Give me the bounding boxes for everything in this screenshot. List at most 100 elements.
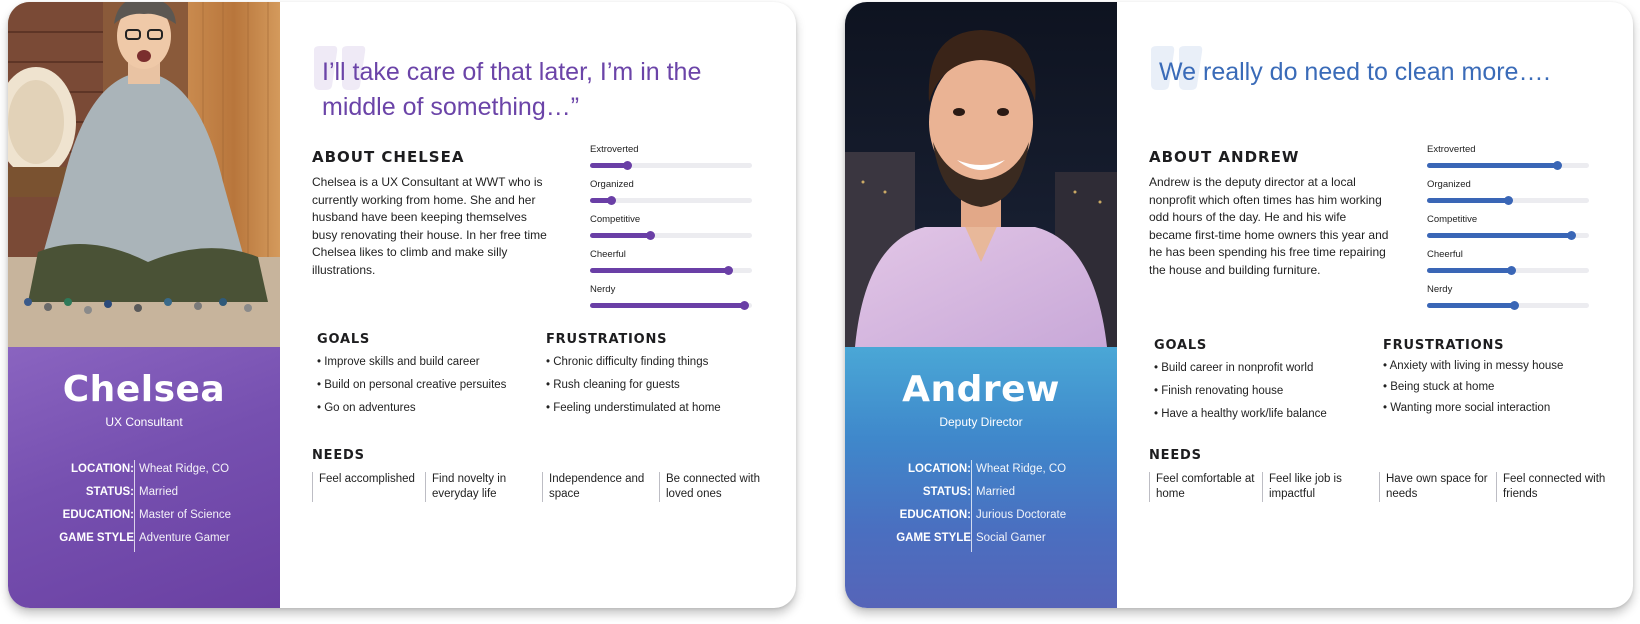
fact-label: STATUS: bbox=[85, 486, 134, 498]
fact-value: Married bbox=[976, 486, 1015, 498]
persona-quote: I’ll take care of that later, I’m in the… bbox=[322, 58, 702, 121]
trait-nerdy: Nerdy bbox=[590, 284, 752, 319]
persona-name: Andrew bbox=[902, 369, 1060, 410]
needs-list: Feel accomplished Find novelty in everyd… bbox=[312, 472, 772, 502]
frustration-item: • Rush cleaning for guests bbox=[546, 379, 680, 391]
persona-name: Chelsea bbox=[62, 369, 226, 410]
fact-value: Master of Science bbox=[139, 509, 232, 521]
trait-handle bbox=[739, 301, 749, 310]
frustration-item: • Feeling understimulated at home bbox=[546, 402, 721, 414]
goal-item: • Build career in nonprofit world bbox=[1154, 362, 1314, 374]
trait-label: Extroverted bbox=[590, 144, 639, 155]
trait-handle bbox=[607, 196, 617, 205]
needs-title: NEEDS bbox=[1149, 448, 1202, 463]
trait-sliders: Extroverted Organized Competitive Cheerf… bbox=[590, 144, 752, 319]
needs-list: Feel comfortable at home Feel like job i… bbox=[1149, 472, 1609, 502]
trait-competitive: Competitive bbox=[1427, 214, 1589, 249]
persona-photo bbox=[8, 2, 280, 347]
needs-title: NEEDS bbox=[312, 448, 365, 463]
need-item: Feel accomplished bbox=[312, 472, 422, 502]
trait-nerdy: Nerdy bbox=[1427, 284, 1589, 319]
goals-list: • Improve skills and build career • Buil… bbox=[317, 356, 537, 425]
trait-fill bbox=[590, 268, 728, 273]
trait-label: Organized bbox=[590, 179, 634, 190]
about-title: ABOUT CHELSEA bbox=[312, 148, 465, 166]
trait-sliders: Extroverted Organized Competitive Cheerf… bbox=[1427, 144, 1589, 319]
goal-item: • Have a healthy work/life balance bbox=[1154, 408, 1327, 420]
goal-item: • Improve skills and build career bbox=[317, 356, 480, 368]
fact-label: EDUCATION: bbox=[899, 509, 971, 521]
persona-photo bbox=[845, 2, 1117, 347]
persona-profile-column: Chelsea UX Consultant LOCATION: Wheat Ri… bbox=[8, 2, 280, 608]
fact-game-style: GAME STYLE Adventure Gamer bbox=[8, 529, 280, 552]
trait-track bbox=[1427, 196, 1589, 205]
frustration-item: • Anxiety with living in messy house bbox=[1383, 360, 1564, 372]
persona-facts: LOCATION: Wheat Ridge, CO STATUS: Marrie… bbox=[8, 460, 280, 552]
trait-label: Nerdy bbox=[590, 284, 616, 295]
frustrations-title: FRUSTRATIONS bbox=[546, 332, 668, 347]
trait-label: Extroverted bbox=[1427, 144, 1476, 155]
trait-organized: Organized bbox=[1427, 179, 1589, 214]
fact-education: EDUCATION: Master of Science bbox=[8, 506, 280, 529]
trait-track bbox=[590, 161, 752, 170]
persona-identity-panel: Chelsea UX Consultant LOCATION: Wheat Ri… bbox=[8, 347, 280, 608]
fact-status: STATUS: Married bbox=[845, 483, 1117, 506]
persona-role: UX Consultant bbox=[105, 415, 183, 429]
trait-label: Competitive bbox=[590, 214, 641, 225]
goals-title: GOALS bbox=[1154, 338, 1208, 353]
fact-label: LOCATION: bbox=[70, 463, 134, 475]
frustration-item: • Wanting more social interaction bbox=[1383, 402, 1551, 414]
fact-value: Married bbox=[139, 486, 178, 498]
frustration-item: • Being stuck at home bbox=[1383, 381, 1495, 393]
fact-value: Jurious Doctorate bbox=[976, 509, 1067, 521]
fact-location: LOCATION: Wheat Ridge, CO bbox=[8, 460, 280, 483]
trait-fill bbox=[590, 163, 628, 168]
frustration-item: • Chronic difficulty finding things bbox=[546, 356, 709, 368]
persona-role: Deputy Director bbox=[939, 415, 1023, 429]
trait-fill bbox=[1427, 268, 1512, 273]
need-item: Feel connected with friends bbox=[1496, 472, 1606, 502]
need-item: Independence and space bbox=[542, 472, 652, 502]
fact-label: STATUS: bbox=[922, 486, 971, 498]
trait-organized: Organized bbox=[590, 179, 752, 214]
trait-handle bbox=[1504, 196, 1513, 205]
fact-value: Adventure Gamer bbox=[139, 532, 230, 544]
fact-label: GAME STYLE bbox=[59, 532, 134, 544]
trait-fill bbox=[1427, 198, 1508, 203]
trait-track bbox=[590, 301, 752, 310]
need-item: Have own space for needs bbox=[1379, 472, 1489, 502]
trait-track bbox=[1427, 231, 1589, 240]
need-item: Feel comfortable at home bbox=[1149, 472, 1259, 502]
goal-item: • Build on personal creative persuites bbox=[317, 379, 507, 391]
trait-track bbox=[590, 196, 752, 205]
fact-location: LOCATION: Wheat Ridge, CO bbox=[845, 460, 1117, 483]
need-item: Be connected with loved ones bbox=[659, 472, 769, 502]
frustrations-title: FRUSTRATIONS bbox=[1383, 338, 1505, 353]
fact-status: STATUS: Married bbox=[8, 483, 280, 506]
trait-label: Organized bbox=[1427, 179, 1471, 190]
trait-fill bbox=[1427, 163, 1557, 168]
trait-fill bbox=[1427, 233, 1572, 238]
trait-label: Cheerful bbox=[590, 249, 626, 260]
need-item: Find novelty in everyday life bbox=[425, 472, 535, 502]
trait-label: Cheerful bbox=[1427, 249, 1463, 260]
trait-cheerful: Cheerful bbox=[1427, 249, 1589, 284]
fact-value: Wheat Ridge, CO bbox=[139, 463, 230, 475]
trait-track bbox=[1427, 301, 1589, 310]
fact-label: LOCATION: bbox=[907, 463, 971, 475]
persona-quote: We really do need to clean more…. bbox=[1159, 58, 1551, 86]
fact-value: Social Gamer bbox=[976, 532, 1046, 544]
trait-handle bbox=[645, 231, 655, 240]
fact-label: GAME STYLE bbox=[896, 532, 971, 544]
goals-title: GOALS bbox=[317, 332, 371, 347]
trait-fill bbox=[590, 233, 650, 238]
need-item: Feel like job is impactful bbox=[1262, 472, 1372, 502]
goal-item: • Finish renovating house bbox=[1154, 385, 1284, 397]
frustrations-list: • Anxiety with living in messy house • B… bbox=[1383, 360, 1603, 423]
persona-profile-column: Andrew Deputy Director LOCATION: Wheat R… bbox=[845, 2, 1117, 608]
trait-fill bbox=[590, 303, 744, 308]
trait-handle bbox=[1507, 266, 1517, 275]
trait-handle bbox=[1567, 231, 1577, 240]
frustrations-list: • Chronic difficulty finding things • Ru… bbox=[546, 356, 766, 425]
goal-item: • Go on adventures bbox=[317, 402, 416, 414]
